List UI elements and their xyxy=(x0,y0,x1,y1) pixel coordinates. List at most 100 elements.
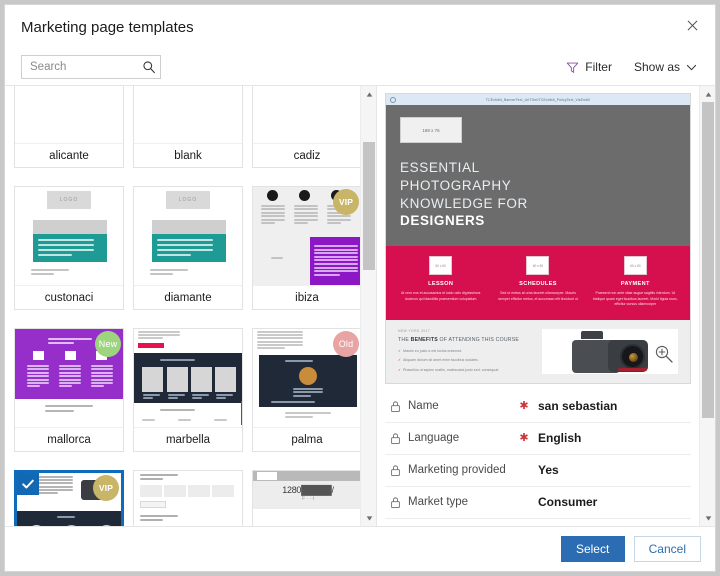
template-card-palma[interactable]: Old palma xyxy=(252,328,360,452)
benefits-text-column: NEW YORK 2017 THE BENEFITS OF ATTENDING … xyxy=(398,328,532,375)
lock-icon xyxy=(391,497,400,508)
template-grid: alicante blank cadiz LOGO custonaci LOGO diama… xyxy=(5,86,360,526)
triangle-down-glyph xyxy=(705,515,711,521)
template-thumbnail: 1280█████/F · · t xyxy=(253,471,360,526)
feature-column: 60 x 60 PAYMENT Praesent non ante vitae … xyxy=(587,256,684,307)
template-thumbnail xyxy=(134,86,242,143)
preview-hero-section: 188 x 76 ESSENTIAL PHOTOGRAPHY KNOWLEDGE… xyxy=(386,105,690,247)
preview-scroll-down-arrow-icon[interactable] xyxy=(700,510,715,526)
hero-line: ESSENTIAL xyxy=(400,160,480,175)
hero-line: KNOWLEDGE FOR xyxy=(400,195,528,211)
feature-column: 60 x 60 LESSON At vero eos et accusamus … xyxy=(392,256,489,307)
preview-scroll-up-arrow-icon[interactable] xyxy=(700,86,715,102)
benefits-kicker: NEW YORK 2017 xyxy=(398,328,431,333)
template-thumbnail: Old xyxy=(253,329,360,427)
template-badge-new: New xyxy=(95,331,121,357)
search-input[interactable] xyxy=(30,61,142,73)
template-thumbnail: VIP xyxy=(17,473,121,526)
scroll-down-arrow-icon[interactable] xyxy=(361,510,376,526)
benefit-item: Mauris eu justo a est luctus euismod. xyxy=(398,349,532,355)
feature-title: SCHEDULES xyxy=(519,281,557,288)
benefit-item: Phasellus ut sapien mattis, malesuada ju… xyxy=(398,368,532,374)
feature-body: Sed ut metus at urna laoreet ullamcorper… xyxy=(498,291,578,301)
magnifier-zoom-icon[interactable] xyxy=(654,344,674,364)
preview-pane: TCExhibit_BannerText_UrlTGet/TCExhibit_P… xyxy=(376,86,715,526)
template-properties-list: Name ✱ san sebastian Language ✱ English Market… xyxy=(385,391,691,526)
template-grid-pane: alicante blank cadiz LOGO custonaci LOGO diama… xyxy=(5,86,376,526)
template-card-san-sebastian[interactable]: VIPsan sebastian xyxy=(14,470,124,526)
filter-icon xyxy=(567,62,579,73)
dialog-footer: Select Cancel xyxy=(5,526,715,571)
property-label: Marketing provided xyxy=(408,464,506,477)
triangle-up-glyph xyxy=(366,91,372,97)
property-value: English xyxy=(538,431,582,446)
template-card-label: cadiz xyxy=(253,143,360,167)
camera-red-ring xyxy=(618,368,648,372)
scroll-thumb[interactable] xyxy=(363,142,375,270)
filter-button[interactable]: Filter xyxy=(562,57,616,77)
property-row: Market type Consumer xyxy=(385,487,691,519)
template-thumbnail xyxy=(15,86,123,143)
template-thumbnail xyxy=(134,329,242,427)
property-value: san sebastian xyxy=(538,399,618,414)
template-card-label: mallorca xyxy=(15,427,123,451)
template-grid-scrollbar[interactable] xyxy=(360,86,376,526)
feature-body: Praesent non ante vitae augue sagittis i… xyxy=(592,291,678,307)
property-value: Yes xyxy=(538,463,559,478)
preview-browser-titlebar: TCExhibit_BannerText_UrlTGet/TCExhibit_P… xyxy=(386,94,690,105)
marketing-page-templates-dialog: Marketing page templates Filter Show xyxy=(4,4,716,572)
lock-icon xyxy=(391,465,400,476)
property-value: Consumer xyxy=(538,495,598,510)
template-card-diamante[interactable]: LOGO diamante xyxy=(133,186,243,310)
show-as-button[interactable]: Show as xyxy=(630,57,701,77)
search-icon xyxy=(143,61,155,74)
template-card-struct-1[interactable]: 1280█████/F · · tstruct-1 xyxy=(252,470,360,526)
template-card-custonaci[interactable]: LOGO custonaci xyxy=(14,186,124,310)
dialog-title: Marketing page templates xyxy=(21,18,194,36)
feature-image-placeholder: 60 x 60 xyxy=(623,256,647,276)
template-card-label: alicante xyxy=(15,143,123,167)
template-card-marbella[interactable]: marbella xyxy=(133,328,243,452)
property-label: Language xyxy=(408,432,460,445)
benefits-heading-bold: BENEFITS xyxy=(410,336,438,343)
selected-check-icon xyxy=(17,473,39,495)
preview-benefits-section: NEW YORK 2017 THE BENEFITS OF ATTENDING … xyxy=(386,319,690,383)
camera-viewfinder xyxy=(581,331,604,340)
template-card-cadiz[interactable]: cadiz xyxy=(252,86,360,168)
hero-line-bold: DESIGNERS xyxy=(400,213,485,229)
lock-icon xyxy=(391,401,400,412)
toolbar: Filter Show as xyxy=(5,49,715,85)
benefits-image xyxy=(542,328,678,374)
template-card-ibiza[interactable]: VIP ibiza xyxy=(252,186,360,310)
template-thumbnail xyxy=(253,86,360,143)
template-card-sitges[interactable]: sitges xyxy=(133,470,243,526)
benefits-heading-post: OF ATTENDING THIS COURSE xyxy=(437,336,520,343)
close-icon[interactable] xyxy=(673,9,711,41)
template-card-mallorca[interactable]: New mallorca xyxy=(14,328,124,452)
preview-scrollbar[interactable] xyxy=(699,86,715,526)
template-card-label: blank xyxy=(134,143,242,167)
benefits-heading-pre: THE xyxy=(398,336,411,343)
search-box[interactable] xyxy=(21,55,161,79)
template-badge-vip: VIP xyxy=(93,475,119,501)
template-card-label: ibiza xyxy=(253,285,360,309)
template-card-blank[interactable]: blank xyxy=(133,86,243,168)
property-row: Optimized forMobile xyxy=(385,519,691,526)
template-card-label: custonaci xyxy=(15,285,123,309)
select-button[interactable]: Select xyxy=(560,536,625,562)
feature-title: LESSON xyxy=(428,281,454,288)
property-row: Language ✱ English xyxy=(385,423,691,455)
dialog-header: Marketing page templates xyxy=(5,5,715,49)
feature-image-placeholder: 60 x 60 xyxy=(526,256,550,276)
template-thumbnail: LOGO xyxy=(134,187,242,285)
feature-body: At vero eos et accusamus et iusto odio d… xyxy=(400,291,481,301)
preview-scroll: TCExhibit_BannerText_UrlTGet/TCExhibit_P… xyxy=(377,86,699,526)
cancel-button[interactable]: Cancel xyxy=(633,536,701,562)
scroll-up-arrow-icon[interactable] xyxy=(361,86,376,102)
template-card-alicante[interactable]: alicante xyxy=(14,86,124,168)
template-badge-old: Old xyxy=(333,331,359,357)
template-badge-vip: VIP xyxy=(333,189,359,215)
preview-scroll-thumb[interactable] xyxy=(702,102,714,418)
property-label: Market type xyxy=(408,496,469,509)
template-thumbnail: New xyxy=(15,329,123,427)
